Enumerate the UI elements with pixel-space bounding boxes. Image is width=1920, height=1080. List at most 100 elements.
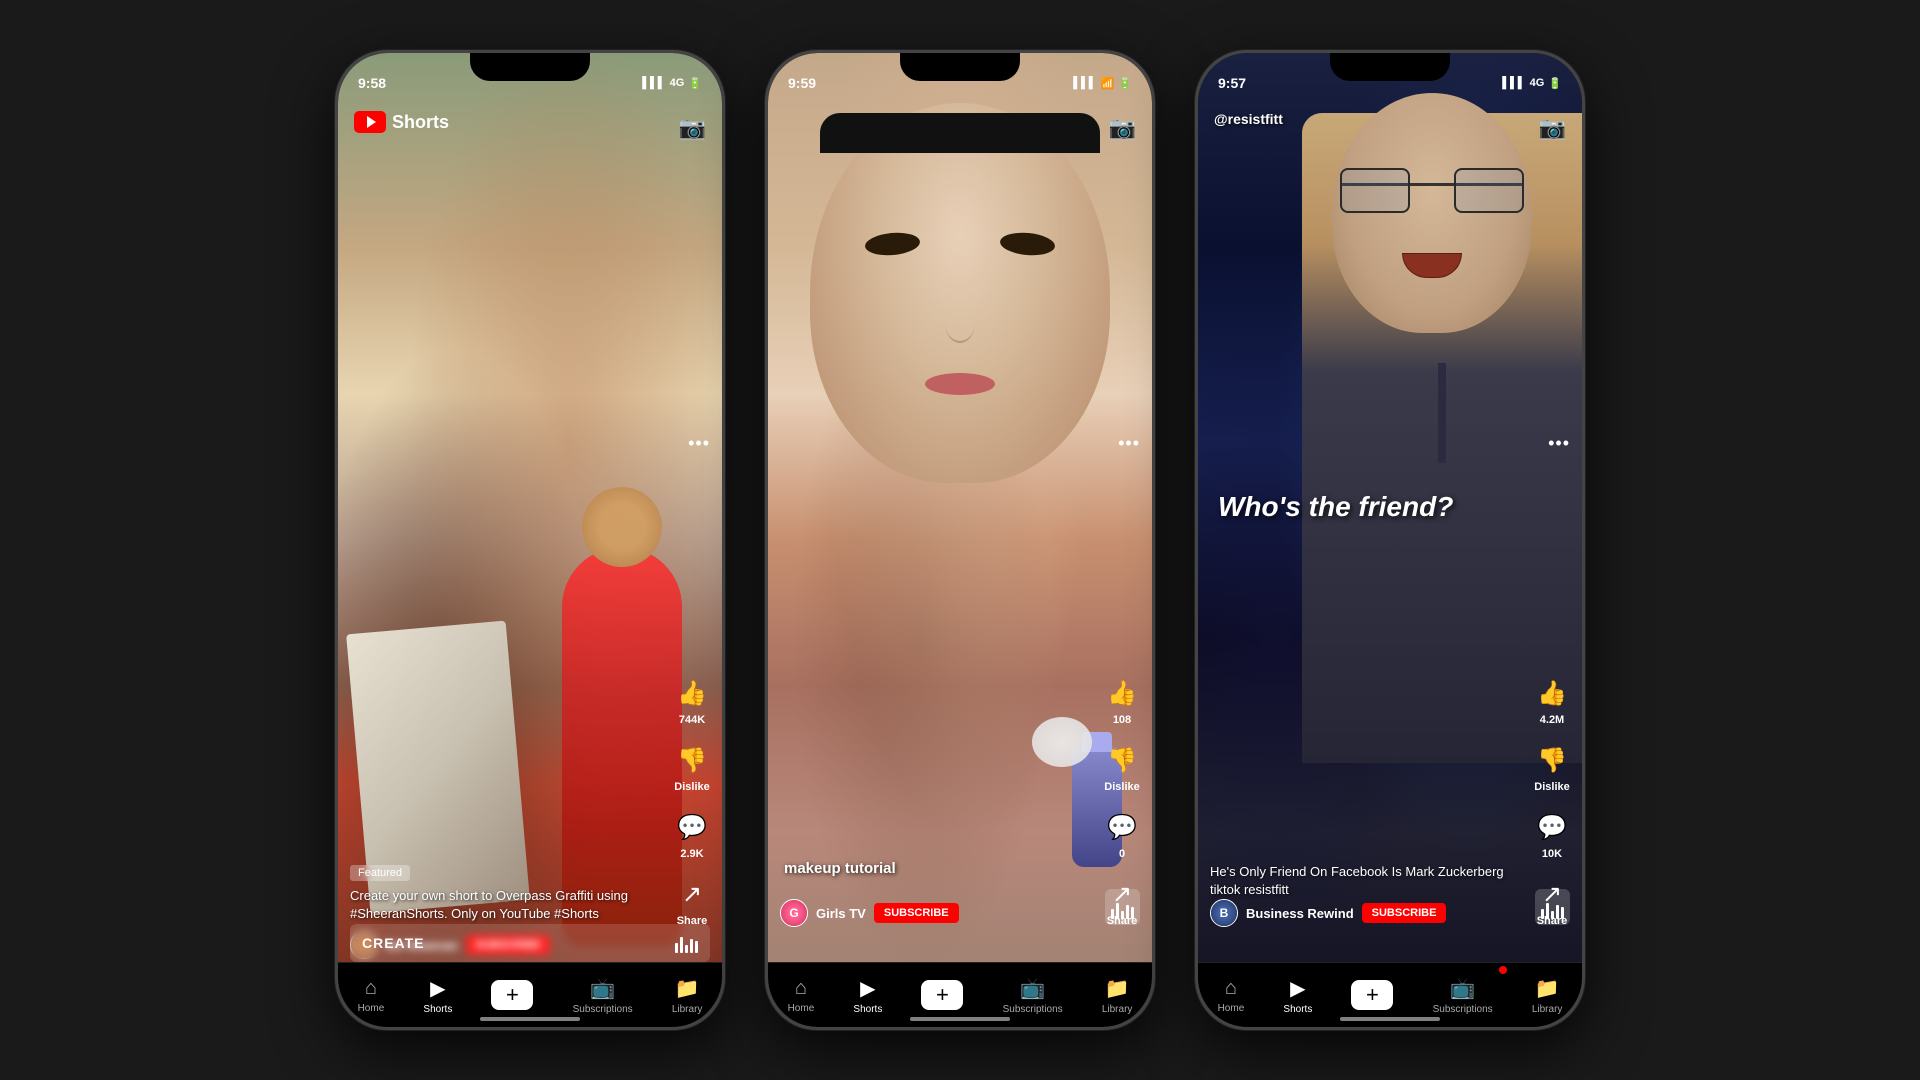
channel-avatar-2[interactable]: G bbox=[780, 899, 808, 927]
like-button[interactable]: 👍 744K bbox=[674, 675, 710, 726]
shorts-nav-label-2: Shorts bbox=[853, 1004, 882, 1015]
add-icon-2: + bbox=[936, 982, 949, 1008]
nav-shorts-3[interactable]: ▶ Shorts bbox=[1271, 968, 1324, 1023]
like-button-3[interactable]: 👍 4.2M bbox=[1534, 675, 1570, 726]
camera-icon-2[interactable]: 📷 bbox=[1109, 115, 1136, 141]
nav-shorts-2[interactable]: ▶ Shorts bbox=[841, 968, 894, 1023]
bar-5 bbox=[695, 941, 698, 953]
nav-add-2[interactable]: + bbox=[909, 972, 975, 1018]
create-bar[interactable]: CREATE bbox=[350, 924, 710, 962]
avatar-business-rewind: B bbox=[1211, 900, 1237, 926]
nav-home-3[interactable]: ⌂ Home bbox=[1206, 969, 1257, 1022]
avatar-girls-tv: G bbox=[781, 900, 807, 926]
video-title: Create your own short to Overpass Graffi… bbox=[350, 887, 662, 923]
create-label: CREATE bbox=[362, 935, 425, 951]
bar-1 bbox=[675, 943, 678, 953]
share-button[interactable]: ↗ Share bbox=[674, 876, 710, 927]
dislike-button-3[interactable]: 👎 Dislike bbox=[1534, 742, 1570, 793]
phone-2-background bbox=[768, 53, 1152, 1027]
phone-2-screen: 9:59 ▌▌▌ 📶 🔋 📷 ••• 👍 108 👎 Dis bbox=[768, 53, 1152, 1027]
channel-row-2: G Girls TV SUBSCRIBE bbox=[780, 899, 1092, 927]
subscriptions-icon-3: 📺 bbox=[1450, 976, 1475, 1001]
nav-home-2[interactable]: ⌂ Home bbox=[776, 969, 827, 1022]
add-icon: + bbox=[506, 982, 519, 1008]
nose-shape bbox=[945, 303, 975, 343]
battery-icon: 🔋 bbox=[688, 77, 702, 90]
comments-count: 2.9K bbox=[680, 848, 703, 860]
notification-badge bbox=[1499, 966, 1507, 974]
subscriptions-icon-2: 📺 bbox=[1020, 976, 1045, 1001]
like-icon-2: 👍 bbox=[1104, 675, 1140, 711]
nav-subscriptions[interactable]: 📺 Subscriptions bbox=[561, 968, 645, 1023]
status-time-2: 9:59 bbox=[788, 75, 816, 91]
status-time-3: 9:57 bbox=[1218, 75, 1246, 91]
subscriptions-icon: 📺 bbox=[590, 976, 615, 1001]
more-options-icon[interactable]: ••• bbox=[688, 433, 710, 454]
battery-icon-3: 🔋 bbox=[1548, 77, 1562, 90]
glass-left bbox=[1340, 168, 1410, 213]
subscribe-button-2[interactable]: SUBSCRIBE bbox=[874, 903, 959, 923]
yt-shorts-logo[interactable]: Shorts bbox=[354, 111, 449, 133]
nav-add[interactable]: + bbox=[479, 972, 545, 1018]
shorts-nav-label: Shorts bbox=[423, 1004, 452, 1015]
cotton-pad bbox=[1032, 717, 1092, 767]
comments-button-3[interactable]: 💬 10K bbox=[1534, 809, 1570, 860]
signal-icon-3: ▌▌▌ bbox=[1502, 77, 1525, 89]
dislike-button-2[interactable]: 👎 Dislike bbox=[1104, 742, 1140, 793]
library-label-2: Library bbox=[1102, 1004, 1133, 1015]
andy-head bbox=[1332, 93, 1532, 333]
b3 bbox=[1121, 911, 1124, 919]
nav-subscriptions-2[interactable]: 📺 Subscriptions bbox=[991, 968, 1075, 1023]
comments-button[interactable]: 💬 2.9K bbox=[674, 809, 710, 860]
channel-row-3: B Business Rewind SUBSCRIBE bbox=[1210, 899, 1522, 927]
phone-1: 9:58 ▌▌▌ 4G 🔋 Shorts 📷 ••• bbox=[335, 50, 725, 1030]
music-icon-3 bbox=[1535, 889, 1570, 925]
channel-avatar-3[interactable]: B bbox=[1210, 899, 1238, 927]
more-options-icon-3[interactable]: ••• bbox=[1548, 433, 1570, 454]
bar-3 bbox=[685, 945, 688, 953]
nav-home[interactable]: ⌂ Home bbox=[346, 969, 397, 1022]
comments-button-2[interactable]: 💬 0 bbox=[1104, 809, 1140, 860]
camera-icon-3[interactable]: 📷 bbox=[1539, 115, 1566, 141]
status-icons-3: ▌▌▌ 4G 🔋 bbox=[1502, 77, 1562, 90]
dislike-icon: 👎 bbox=[674, 742, 710, 778]
add-button-2[interactable]: + bbox=[921, 980, 963, 1010]
subscriptions-label: Subscriptions bbox=[573, 1004, 633, 1015]
like-count-3: 4.2M bbox=[1540, 714, 1564, 726]
home-label-3: Home bbox=[1218, 1003, 1245, 1014]
nav-library-3[interactable]: 📁 Library bbox=[1520, 968, 1575, 1023]
network-type-3: 4G bbox=[1530, 77, 1545, 89]
bar-4 bbox=[690, 939, 693, 953]
wifi-icon: 📶 bbox=[1101, 77, 1115, 90]
b4 bbox=[1126, 905, 1129, 919]
pb2 bbox=[1546, 903, 1549, 919]
dislike-button[interactable]: 👎 Dislike bbox=[674, 742, 710, 793]
channel-name-3: Business Rewind bbox=[1246, 906, 1354, 921]
camera-icon[interactable]: 📷 bbox=[679, 115, 706, 141]
status-icons: ▌▌▌ 4G 🔋 bbox=[642, 77, 702, 90]
nav-library[interactable]: 📁 Library bbox=[660, 968, 715, 1023]
shorts-nav-icon: ▶ bbox=[430, 976, 445, 1001]
play-triangle bbox=[367, 116, 376, 128]
subscribe-button-3[interactable]: SUBSCRIBE bbox=[1362, 903, 1447, 923]
nav-add-3[interactable]: + bbox=[1339, 972, 1405, 1018]
b1 bbox=[1111, 909, 1114, 919]
phone-1-screen: 9:58 ▌▌▌ 4G 🔋 Shorts 📷 ••• bbox=[338, 53, 722, 1027]
library-icon-3: 📁 bbox=[1535, 976, 1560, 1001]
library-label: Library bbox=[672, 1004, 703, 1015]
more-options-icon-2[interactable]: ••• bbox=[1118, 433, 1140, 454]
like-icon-3: 👍 bbox=[1534, 675, 1570, 711]
add-button[interactable]: + bbox=[491, 980, 533, 1010]
nav-library-2[interactable]: 📁 Library bbox=[1090, 968, 1145, 1023]
dislike-icon-2: 👎 bbox=[1104, 742, 1140, 778]
like-button-2[interactable]: 👍 108 bbox=[1104, 675, 1140, 726]
battery-icon-2: 🔋 bbox=[1118, 77, 1132, 90]
music-bars-icon bbox=[675, 933, 698, 953]
face-shape bbox=[810, 103, 1110, 483]
nav-shorts[interactable]: ▶ Shorts bbox=[411, 968, 464, 1023]
add-button-3[interactable]: + bbox=[1351, 980, 1393, 1010]
home-icon-2: ⌂ bbox=[795, 977, 807, 1000]
dislike-label-2: Dislike bbox=[1104, 781, 1139, 793]
nav-subscriptions-3[interactable]: 📺 Subscriptions bbox=[1421, 968, 1505, 1023]
phone-3-screen: 9:57 ▌▌▌ 4G 🔋 @resistfitt 📷 Who's the fr… bbox=[1198, 53, 1582, 1027]
